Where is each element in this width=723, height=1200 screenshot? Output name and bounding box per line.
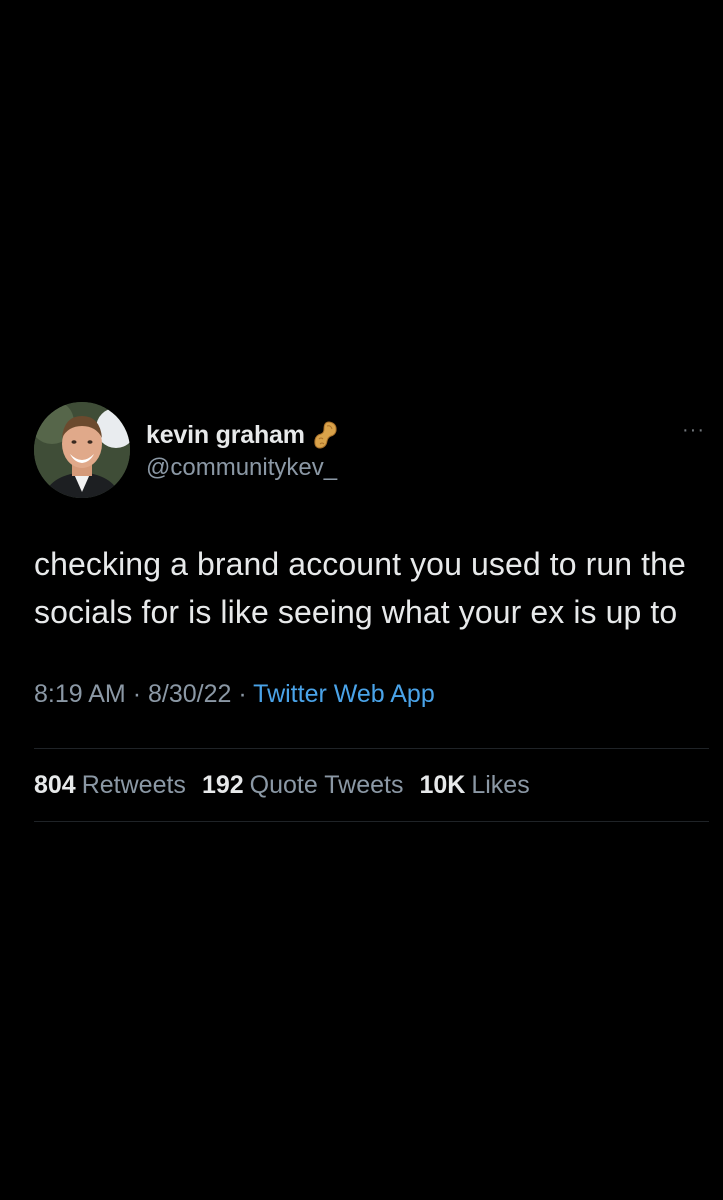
peanut-icon bbox=[313, 420, 339, 450]
retweets-stat[interactable]: 804 Retweets bbox=[34, 749, 186, 821]
quote-tweets-stat[interactable]: 192 Quote Tweets bbox=[202, 749, 404, 821]
divider bbox=[34, 821, 709, 822]
avatar-image bbox=[34, 402, 130, 498]
meta-separator: · bbox=[238, 680, 254, 708]
handle[interactable]: @communitykev_ bbox=[146, 454, 339, 482]
quote-tweets-count: 192 bbox=[201, 771, 244, 799]
display-name[interactable]: kevin graham bbox=[146, 421, 305, 450]
retweets-count: 804 bbox=[34, 771, 76, 799]
author-names: kevin graham @communitykev_ bbox=[146, 418, 339, 482]
tweet-text: checking a brand account you used to run… bbox=[34, 546, 686, 630]
more-options-icon[interactable]: ··· bbox=[682, 420, 705, 440]
tweet-time[interactable]: 8:19 AM bbox=[34, 680, 126, 708]
avatar[interactable] bbox=[34, 402, 130, 498]
retweets-label: Retweets bbox=[81, 771, 186, 799]
tweet-header: kevin graham @communitykev_ ··· bbox=[34, 402, 709, 498]
tweet-source-link[interactable]: Twitter Web App bbox=[253, 680, 435, 708]
meta-separator: · bbox=[132, 680, 148, 708]
likes-count: 10K bbox=[419, 771, 466, 799]
tweet-stats: 804 Retweets 192 Quote Tweets 10K Likes bbox=[34, 749, 709, 821]
quote-tweets-label: Quote Tweets bbox=[249, 771, 404, 799]
tweet: kevin graham @communitykev_ ··· checking… bbox=[34, 402, 709, 822]
tweet-meta: 8:19 AM · 8/30/22 · Twitter Web App bbox=[34, 676, 709, 712]
likes-stat[interactable]: 10K Likes bbox=[419, 749, 529, 821]
tweet-date[interactable]: 8/30/22 bbox=[148, 680, 231, 708]
likes-label: Likes bbox=[471, 771, 530, 799]
display-name-row: kevin graham bbox=[146, 418, 339, 452]
